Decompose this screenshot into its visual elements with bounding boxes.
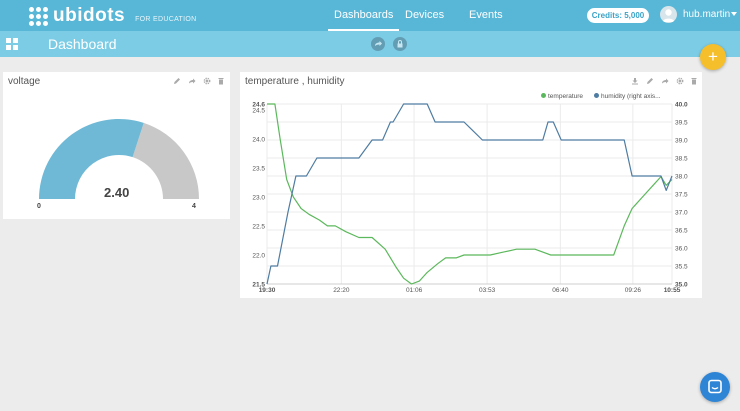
nav-events[interactable]: Events <box>469 9 503 21</box>
x-tick-label: 06:40 <box>552 287 569 294</box>
logo-dots-icon <box>29 6 48 26</box>
user-icon <box>662 9 675 22</box>
temperature-humidity-widget: temperature , humidity temperature humid… <box>240 72 702 298</box>
y-left-tick-label: 23.0 <box>252 194 265 201</box>
nav-devices[interactable]: Devices <box>405 9 444 21</box>
lock-icon <box>397 40 403 48</box>
y-right-tick-label: 38.0 <box>675 174 688 181</box>
dashboards-grid-icon[interactable] <box>6 38 18 50</box>
y-right-tick-label: 36.5 <box>675 228 688 235</box>
chevron-down-icon[interactable] <box>731 12 737 16</box>
y-left-tick-label: 22.0 <box>252 252 265 259</box>
user-name[interactable]: hub.martin <box>683 9 730 20</box>
gauge-max-label: 4 <box>192 203 196 210</box>
lock-dashboard-button[interactable] <box>393 37 407 51</box>
y-left-tick-label: 24.0 <box>252 136 265 143</box>
share-dashboard-button[interactable] <box>371 37 385 51</box>
gauge-value: 2.40 <box>104 185 130 200</box>
x-tick-label: 09:26 <box>625 287 642 294</box>
x-tick-label: 19:30 <box>259 287 276 294</box>
page-title: Dashboard <box>48 36 117 52</box>
x-tick-label: 22:20 <box>333 287 350 294</box>
brand-name: ubidots <box>53 5 126 26</box>
chat-icon <box>708 379 722 394</box>
y-right-tick-label: 40.0 <box>675 102 688 109</box>
credits-badge[interactable]: Credits: 5,000 <box>587 8 649 23</box>
y-right-tick-label: 37.5 <box>675 192 688 199</box>
y-left-tick-label: 22.5 <box>252 223 265 230</box>
y-left-tick-label: 24.6 <box>252 102 265 109</box>
share-icon <box>375 41 382 46</box>
line-chart: 21.522.022.523.023.524.024.524.635.035.5… <box>252 102 688 295</box>
y-right-tick-label: 39.5 <box>675 120 688 127</box>
y-right-tick-label: 36.0 <box>675 246 688 253</box>
y-right-tick-label: 39.0 <box>675 138 688 145</box>
top-navbar: ubidots FOR EDUCATION Dashboards Devices… <box>0 0 740 31</box>
gauge-track <box>132 122 199 199</box>
avatar[interactable] <box>660 6 677 23</box>
add-widget-button[interactable]: + <box>700 44 726 70</box>
y-right-tick-label: 38.5 <box>675 156 688 163</box>
x-tick-label: 10:55 <box>664 287 681 294</box>
x-tick-label: 03:53 <box>479 287 496 294</box>
y-right-tick-label: 35.5 <box>675 264 688 271</box>
ubidots-logo[interactable]: ubidots FOR EDUCATION <box>29 5 196 27</box>
y-right-tick-label: 37.0 <box>675 210 688 217</box>
nav-dashboards[interactable]: Dashboards <box>327 9 400 31</box>
voltage-widget: voltage 2.40 0 4 <box>3 72 230 219</box>
gauge-min-label: 0 <box>37 203 41 210</box>
dashboard-subbar: Dashboard <box>0 31 740 57</box>
x-tick-label: 01:06 <box>406 287 423 294</box>
chat-support-button[interactable] <box>700 372 730 402</box>
brand-subtitle: FOR EDUCATION <box>135 15 197 23</box>
y-left-tick-label: 23.5 <box>252 165 265 172</box>
